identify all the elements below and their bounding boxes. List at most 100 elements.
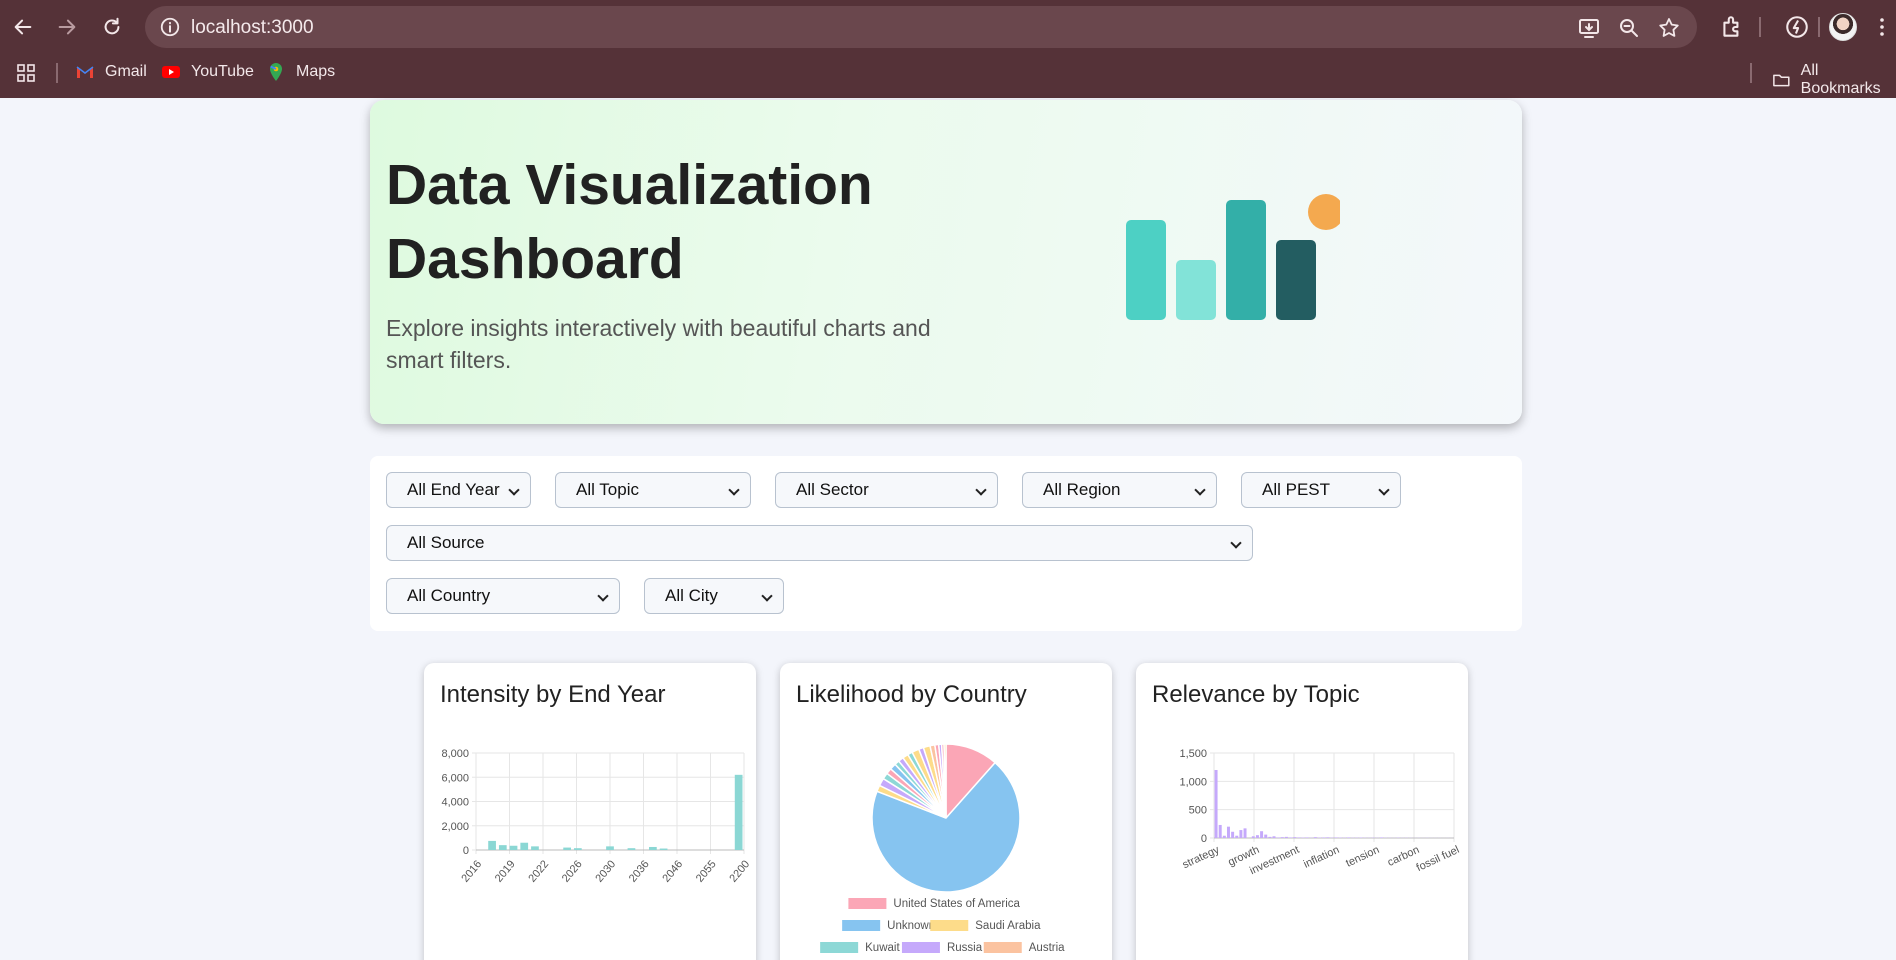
bar xyxy=(1243,828,1247,838)
forward-button[interactable] xyxy=(50,10,84,44)
bar xyxy=(649,846,657,850)
site-info-icon[interactable] xyxy=(159,16,181,38)
likelihood-pie-chart: United States of America Unknown Saudi Ara… xyxy=(820,743,1065,954)
bar xyxy=(509,845,518,850)
toolbar-divider xyxy=(1759,17,1761,37)
url-text: localhost:3000 xyxy=(191,17,314,38)
x-tick-label: 2022 xyxy=(526,858,551,884)
arrow-right-icon xyxy=(58,19,76,35)
bar xyxy=(627,848,636,850)
bookmark-youtube[interactable]: YouTube xyxy=(161,62,254,82)
bar xyxy=(1313,837,1317,838)
y-tick-label: 4,000 xyxy=(441,797,469,809)
y-tick-label: 500 xyxy=(1189,805,1207,817)
address-bar[interactable]: localhost:3000 xyxy=(145,6,1697,48)
performance-icon[interactable] xyxy=(1784,14,1810,40)
y-tick-label: 0 xyxy=(463,845,469,857)
illustration-bar xyxy=(1276,240,1316,320)
bookmark-label: Maps xyxy=(296,63,336,80)
star-icon[interactable] xyxy=(1657,16,1681,40)
bar xyxy=(1322,837,1326,838)
bookmark-maps[interactable]: Maps xyxy=(266,62,335,82)
bar xyxy=(1334,837,1338,838)
maps-pin-icon xyxy=(270,63,282,81)
x-tick-label: 2046 xyxy=(660,858,685,884)
legend-swatch xyxy=(842,920,881,931)
browser-chrome: localhost:3000 Gmail YouTube Maps All Bo… xyxy=(0,0,1896,98)
filter-panel: All End Year All Topic All Sector All Re… xyxy=(370,456,1522,631)
x-tick-label: fossil fuel xyxy=(1415,844,1462,874)
bar xyxy=(606,846,614,850)
intensity-chart-card: Intensity by End Year 0 2,000 4,000 6,000 8,… xyxy=(424,663,756,960)
x-tick-label: 2016 xyxy=(459,858,484,884)
legend-label: Saudi Arabia xyxy=(975,920,1041,932)
legend-swatch xyxy=(901,942,940,953)
source-select[interactable]: All Source xyxy=(386,525,1253,561)
pest-select[interactable]: All PEST xyxy=(1241,472,1401,508)
apps-grid-icon[interactable] xyxy=(16,63,36,83)
illustration-circle xyxy=(1308,194,1340,230)
gmail-icon xyxy=(76,66,94,78)
extensions-icon[interactable] xyxy=(1719,14,1745,40)
all-bookmarks-button[interactable]: All Bookmarks xyxy=(1772,62,1896,98)
reload-button[interactable] xyxy=(95,10,129,44)
region-select[interactable]: All Region xyxy=(1022,472,1217,508)
page-title: Data Visualization Dashboard xyxy=(386,153,873,291)
x-tick-label: 2030 xyxy=(593,858,618,884)
bar xyxy=(1260,831,1264,838)
intensity-bar-chart: 0 2,000 4,000 6,000 8,000 2016 2019 2022 2026 203… xyxy=(441,748,752,885)
illustration-bar xyxy=(1176,260,1216,320)
folder-icon xyxy=(1773,74,1790,87)
x-tick-label: 2200 xyxy=(727,858,752,884)
y-tick-label: 1,500 xyxy=(1179,748,1207,760)
bar xyxy=(1214,770,1218,838)
legend-label: Austria xyxy=(1029,942,1065,954)
bar xyxy=(1276,837,1280,838)
more-menu-icon[interactable] xyxy=(1870,14,1894,40)
bar xyxy=(1297,837,1301,838)
x-tick-label: 2026 xyxy=(560,858,585,884)
bar xyxy=(1226,826,1230,838)
y-tick-label: 0 xyxy=(1201,833,1207,845)
bar xyxy=(520,842,529,850)
bar xyxy=(563,847,571,850)
x-tick-label: strategy xyxy=(1181,844,1222,872)
bookmark-gmail[interactable]: Gmail xyxy=(75,62,147,82)
bar xyxy=(1251,836,1255,838)
zoom-icon[interactable] xyxy=(1617,16,1641,40)
x-tick-label: inflation xyxy=(1302,844,1341,871)
bar xyxy=(659,848,668,850)
city-select[interactable]: All City xyxy=(644,578,784,614)
install-app-icon[interactable] xyxy=(1577,16,1601,40)
bar xyxy=(531,846,539,850)
bar xyxy=(1218,824,1222,838)
hero-banner: Data Visualization Dashboard Explore ins… xyxy=(370,100,1522,424)
bar xyxy=(1293,837,1297,838)
sector-select[interactable]: All Sector xyxy=(775,472,998,508)
legend-swatch xyxy=(820,942,859,953)
bar xyxy=(573,848,582,850)
profile-avatar[interactable] xyxy=(1829,13,1857,41)
bar xyxy=(1235,835,1239,838)
legend-label: Russia xyxy=(947,942,983,954)
bookmarks-divider xyxy=(1750,63,1752,83)
illustration-bar xyxy=(1126,220,1166,320)
bar-chart-illustration-icon xyxy=(1126,194,1340,320)
bar xyxy=(1280,837,1284,838)
bar xyxy=(1231,831,1235,838)
x-tick-label: tension xyxy=(1344,844,1381,870)
topic-select[interactable]: All Topic xyxy=(555,472,751,508)
illustration-bar xyxy=(1226,200,1266,320)
back-button[interactable] xyxy=(6,10,40,44)
bar xyxy=(1239,830,1243,838)
bar xyxy=(1284,836,1288,838)
youtube-icon xyxy=(162,66,180,78)
arrow-left-icon xyxy=(14,19,32,35)
relevance-chart-card: Relevance by Topic 0 500 1,000 1,500 strateg… xyxy=(1136,663,1468,960)
x-tick-label: 2019 xyxy=(493,858,518,884)
bar xyxy=(1289,837,1293,838)
bar xyxy=(1305,837,1309,838)
country-select[interactable]: All Country xyxy=(386,578,620,614)
legend-swatch xyxy=(983,942,1022,953)
end-year-select[interactable]: All End Year xyxy=(386,472,531,508)
